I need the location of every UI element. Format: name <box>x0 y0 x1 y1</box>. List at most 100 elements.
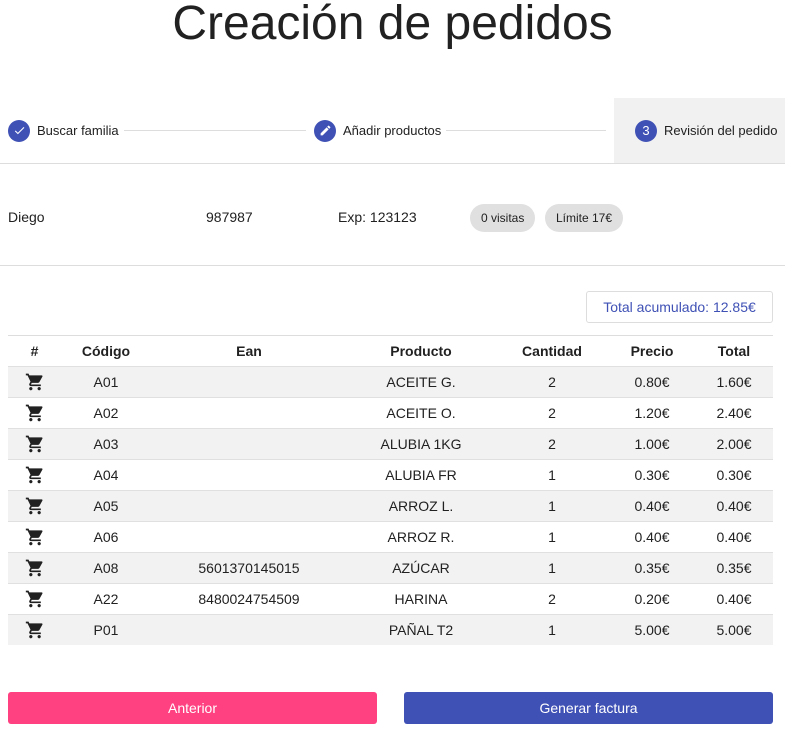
cell-ean: 5601370145015 <box>151 552 347 584</box>
stepper: Buscar familia Añadir productos 3 Revisi… <box>0 98 785 164</box>
cell-ean <box>151 614 347 645</box>
cart-icon[interactable] <box>8 366 61 398</box>
cell-codigo: A02 <box>61 397 151 429</box>
step-label: Revisión del pedido <box>664 123 778 138</box>
step-connector <box>124 130 306 131</box>
cell-codigo: A06 <box>61 521 151 553</box>
cell-precio: 0.30€ <box>609 459 695 491</box>
cart-icon[interactable] <box>8 583 61 615</box>
check-icon <box>8 119 30 142</box>
cell-total: 2.40€ <box>695 397 773 429</box>
cell-cantidad: 2 <box>495 366 609 398</box>
cart-icon[interactable] <box>8 459 61 491</box>
header-producto: Producto <box>347 335 495 367</box>
cell-precio: 1.00€ <box>609 428 695 460</box>
step-label: Buscar familia <box>37 123 119 138</box>
cell-codigo: A08 <box>61 552 151 584</box>
total-accumulated: Total acumulado: 12.85€ <box>586 291 773 323</box>
customer-info: Diego 987987 Exp: 123123 0 visitas Límit… <box>0 164 785 266</box>
table-row: A03 ALUBIA 1KG 2 1.00€ 2.00€ <box>8 428 773 460</box>
header-cantidad: Cantidad <box>495 335 609 367</box>
cell-ean <box>151 490 347 522</box>
cell-total: 5.00€ <box>695 614 773 645</box>
cell-cantidad: 2 <box>495 397 609 429</box>
cart-icon[interactable] <box>8 397 61 429</box>
cell-ean <box>151 521 347 553</box>
cell-precio: 0.20€ <box>609 583 695 615</box>
step-buscar-familia[interactable]: Buscar familia <box>8 98 119 163</box>
step-connector <box>446 130 606 131</box>
cell-ean <box>151 397 347 429</box>
header-ean: Ean <box>151 335 347 367</box>
cell-codigo: A05 <box>61 490 151 522</box>
header-codigo: Código <box>61 335 151 367</box>
cell-codigo: A03 <box>61 428 151 460</box>
cart-icon[interactable] <box>8 428 61 460</box>
cell-codigo: A22 <box>61 583 151 615</box>
cell-cantidad: 1 <box>495 614 609 645</box>
cell-total: 2.00€ <box>695 428 773 460</box>
cell-ean: 8480024754509 <box>151 583 347 615</box>
cell-total: 0.40€ <box>695 490 773 522</box>
cell-cantidad: 1 <box>495 552 609 584</box>
cell-precio: 5.00€ <box>609 614 695 645</box>
cell-producto: ARROZ L. <box>347 490 495 522</box>
cell-producto: ALUBIA 1KG <box>347 428 495 460</box>
cell-total: 1.60€ <box>695 366 773 398</box>
cell-producto: ALUBIA FR <box>347 459 495 491</box>
generar-factura-button[interactable]: Generar factura <box>404 692 773 724</box>
cell-total: 0.40€ <box>695 583 773 615</box>
cell-codigo: A01 <box>61 366 151 398</box>
cell-producto: HARINA <box>347 583 495 615</box>
cell-producto: AZÚCAR <box>347 552 495 584</box>
limit-badge: Límite 17€ <box>545 204 624 232</box>
order-table: # Código Ean Producto Cantidad Precio To… <box>8 335 773 645</box>
table-row: A05 ARROZ L. 1 0.40€ 0.40€ <box>8 490 773 522</box>
cell-precio: 1.20€ <box>609 397 695 429</box>
cell-precio: 0.80€ <box>609 366 695 398</box>
visits-badge: 0 visitas <box>470 204 536 232</box>
cart-icon[interactable] <box>8 552 61 584</box>
step-revision-pedido[interactable]: 3 Revisión del pedido <box>614 98 785 163</box>
table-row: A06 ARROZ R. 1 0.40€ 0.40€ <box>8 521 773 553</box>
cell-producto: ARROZ R. <box>347 521 495 553</box>
table-row: P01 PAÑAL T2 1 5.00€ 5.00€ <box>8 614 773 645</box>
pencil-icon <box>314 119 336 142</box>
cell-producto: ACEITE G. <box>347 366 495 398</box>
cell-ean <box>151 428 347 460</box>
cell-total: 0.35€ <box>695 552 773 584</box>
header-index: # <box>8 335 61 367</box>
cell-total: 0.40€ <box>695 521 773 553</box>
cell-precio: 0.40€ <box>609 521 695 553</box>
cell-cantidad: 2 <box>495 583 609 615</box>
table-header-row: # Código Ean Producto Cantidad Precio To… <box>8 335 773 367</box>
cell-producto: PAÑAL T2 <box>347 614 495 645</box>
cell-ean <box>151 459 347 491</box>
customer-name: Diego <box>8 209 45 225</box>
cart-icon[interactable] <box>8 490 61 522</box>
cell-cantidad: 1 <box>495 521 609 553</box>
table-row: A01 ACEITE G. 2 0.80€ 1.60€ <box>8 366 773 398</box>
step-label: Añadir productos <box>343 123 442 138</box>
cart-icon[interactable] <box>8 614 61 645</box>
cell-cantidad: 1 <box>495 459 609 491</box>
table-row: A04 ALUBIA FR 1 0.30€ 0.30€ <box>8 459 773 491</box>
cell-precio: 0.40€ <box>609 490 695 522</box>
anterior-button[interactable]: Anterior <box>8 692 377 724</box>
customer-exp: Exp: 123123 <box>338 209 417 225</box>
cell-precio: 0.35€ <box>609 552 695 584</box>
header-total: Total <box>695 335 773 367</box>
step-number: 3 <box>635 119 657 142</box>
cell-cantidad: 1 <box>495 490 609 522</box>
table-row: A22 8480024754509 HARINA 2 0.20€ 0.40€ <box>8 583 773 615</box>
cart-icon[interactable] <box>8 521 61 553</box>
customer-id: 987987 <box>206 209 253 225</box>
cell-codigo: P01 <box>61 614 151 645</box>
step-anadir-productos[interactable]: Añadir productos <box>314 98 441 163</box>
cell-ean <box>151 366 347 398</box>
cell-cantidad: 2 <box>495 428 609 460</box>
table-row: A02 ACEITE O. 2 1.20€ 2.40€ <box>8 397 773 429</box>
page-title: Creación de pedidos <box>172 0 613 50</box>
header-precio: Precio <box>609 335 695 367</box>
cell-total: 0.30€ <box>695 459 773 491</box>
